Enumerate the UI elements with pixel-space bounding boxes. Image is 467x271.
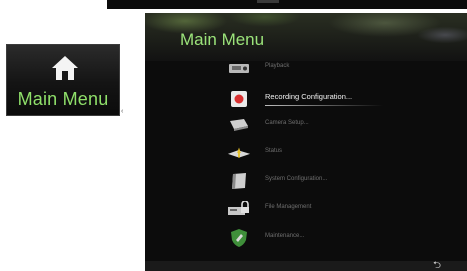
menu-item-system-configuration[interactable]: System Configuration... — [227, 170, 467, 192]
system-icon — [227, 172, 251, 190]
playback-icon — [227, 59, 251, 77]
top-strip — [107, 0, 467, 9]
menu-item-label: Recording Configuration... — [265, 92, 353, 101]
selection-underline — [265, 105, 383, 106]
menu-item-status[interactable]: Status — [227, 142, 467, 164]
menu-item-file-management[interactable]: File Management — [227, 198, 467, 220]
menu-item-label: Maintenance... — [265, 233, 305, 239]
menu-item-label: Playback — [265, 63, 290, 69]
menu-item-label: Status — [265, 148, 283, 154]
menu-item-label: File Management — [265, 204, 312, 210]
menu-item-label: Camera Setup... — [265, 120, 309, 126]
record-icon — [227, 90, 251, 108]
separator-mark: ‹ — [121, 108, 124, 115]
menu-item-camera-setup[interactable]: Camera Setup... — [227, 114, 467, 136]
home-icon — [52, 56, 78, 80]
top-strip-notch — [257, 0, 279, 3]
shortcut-label: Main Menu — [17, 89, 109, 109]
main-menu-shortcut[interactable]: Main Menu — [6, 44, 120, 116]
menu-item-maintenance[interactable]: Maintenance... — [227, 227, 467, 249]
menu-item-label: System Configuration... — [265, 176, 328, 182]
status-icon — [227, 144, 251, 162]
camera-icon — [227, 116, 251, 134]
menu-item-recording-configuration[interactable]: Recording Configuration... — [227, 88, 467, 110]
bottom-bar: ⮌ — [145, 261, 467, 271]
file-management-icon — [227, 200, 251, 218]
menu-item-playback[interactable]: Playback — [227, 57, 467, 79]
back-icon[interactable]: ⮌ — [433, 261, 441, 271]
page-title: Main Menu — [180, 30, 265, 49]
maintenance-icon — [227, 229, 251, 247]
main-menu-panel: Main Menu Playback Recording Configurati… — [145, 13, 467, 271]
